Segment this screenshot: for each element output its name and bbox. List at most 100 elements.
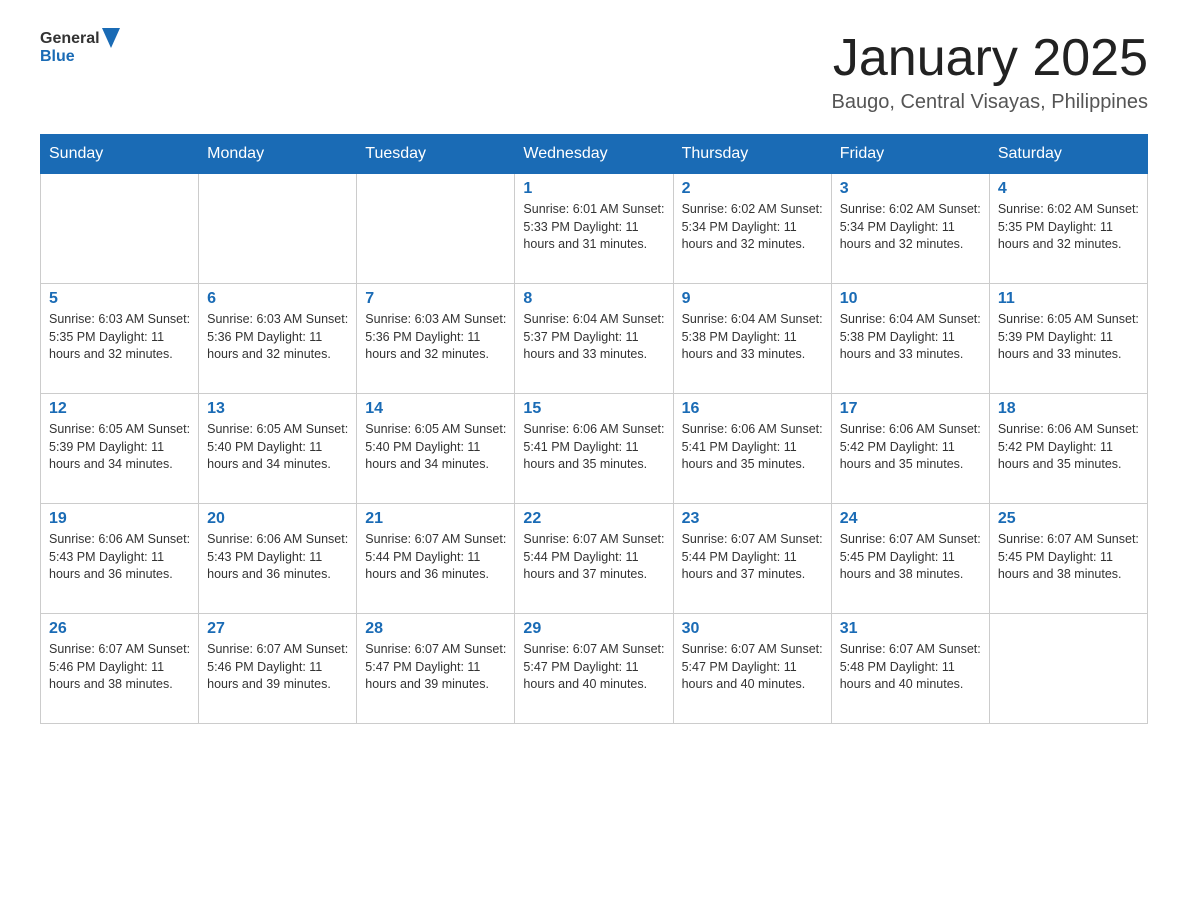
day-info: Sunrise: 6:04 AM Sunset: 5:38 PM Dayligh… [682,311,823,364]
day-number: 19 [49,510,190,528]
day-number: 22 [523,510,664,528]
weekday-header-friday: Friday [831,135,989,174]
logo-blue-text: Blue [40,48,75,65]
weekday-header-saturday: Saturday [989,135,1147,174]
title-section: January 2025 Baugo, Central Visayas, Phi… [832,30,1148,114]
day-number: 29 [523,620,664,638]
day-number: 16 [682,400,823,418]
calendar-cell: 24 Sunrise: 6:07 AM Sunset: 5:45 PM Dayli… [831,504,989,614]
day-info: Sunrise: 6:07 AM Sunset: 5:47 PM Dayligh… [682,641,823,694]
calendar-cell: 17Sunrise: 6:06 AM Sunset: 5:42 PM Dayli… [831,394,989,504]
day-number: 28 [365,620,506,638]
day-number: 7 [365,290,506,308]
calendar-table: SundayMondayTuesdayWednesdayThursdayFrid… [40,134,1148,724]
calendar-title: January 2025 [832,30,1148,87]
day-number: 18 [998,400,1139,418]
day-number: 2 [682,180,823,198]
weekday-header-monday: Monday [199,135,357,174]
calendar-cell: 8 Sunrise: 6:04 AM Sunset: 5:37 PM Daylig… [515,284,673,394]
day-info: Sunrise: 6:06 AM Sunset: 5:41 PM Dayligh… [682,421,823,474]
weekday-header-sunday: Sunday [41,135,199,174]
day-number: 23 [682,510,823,528]
calendar-cell [357,174,515,284]
day-info: Sunrise: 6:06 AM Sunset: 5:41 PM Dayligh… [523,421,664,474]
day-number: 1 [523,180,664,198]
day-number: 20 [207,510,348,528]
day-info: Sunrise: 6:02 AM Sunset: 5:34 PM Dayligh… [682,201,823,254]
day-number: 12 [49,400,190,418]
day-info: Sunrise: 6:07 AM Sunset: 5:47 PM Dayligh… [523,641,664,694]
calendar-week-row: 19 Sunrise: 6:06 AM Sunset: 5:43 PM Dayli… [41,504,1148,614]
day-info: Sunrise: 6:07 AM Sunset: 5:44 PM Dayligh… [682,531,823,584]
day-info: Sunrise: 6:07 AM Sunset: 5:47 PM Dayligh… [365,641,506,694]
day-info: Sunrise: 6:07 AM Sunset: 5:46 PM Dayligh… [207,641,348,694]
day-info: Sunrise: 6:07 AM Sunset: 5:45 PM Dayligh… [840,531,981,584]
calendar-cell: 31 Sunrise: 6:07 AM Sunset: 5:48 PM Dayli… [831,614,989,724]
weekday-header-thursday: Thursday [673,135,831,174]
day-number: 25 [998,510,1139,528]
day-info: Sunrise: 6:03 AM Sunset: 5:35 PM Dayligh… [49,311,190,364]
calendar-cell: 7 Sunrise: 6:03 AM Sunset: 5:36 PM Daylig… [357,284,515,394]
calendar-cell [989,614,1147,724]
day-info: Sunrise: 6:05 AM Sunset: 5:40 PM Dayligh… [365,421,506,474]
calendar-cell: 25Sunrise: 6:07 AM Sunset: 5:45 PM Dayli… [989,504,1147,614]
calendar-cell: 10Sunrise: 6:04 AM Sunset: 5:38 PM Dayli… [831,284,989,394]
day-number: 8 [523,290,664,308]
calendar-cell: 28 Sunrise: 6:07 AM Sunset: 5:47 PM Dayli… [357,614,515,724]
calendar-cell: 23 Sunrise: 6:07 AM Sunset: 5:44 PM Dayli… [673,504,831,614]
day-info: Sunrise: 6:02 AM Sunset: 5:35 PM Dayligh… [998,201,1139,254]
day-number: 15 [523,400,664,418]
calendar-cell: 11Sunrise: 6:05 AM Sunset: 5:39 PM Dayli… [989,284,1147,394]
calendar-cell: 9 Sunrise: 6:04 AM Sunset: 5:38 PM Daylig… [673,284,831,394]
day-number: 4 [998,180,1139,198]
page-header: General Blue January 2025 Baugo, Central… [40,30,1148,114]
weekday-header-tuesday: Tuesday [357,135,515,174]
day-number: 9 [682,290,823,308]
day-number: 21 [365,510,506,528]
day-info: Sunrise: 6:01 AM Sunset: 5:33 PM Dayligh… [523,201,664,254]
day-number: 13 [207,400,348,418]
weekday-header-wednesday: Wednesday [515,135,673,174]
calendar-cell: 16 Sunrise: 6:06 AM Sunset: 5:41 PM Dayli… [673,394,831,504]
day-number: 30 [682,620,823,638]
calendar-cell [199,174,357,284]
day-info: Sunrise: 6:07 AM Sunset: 5:48 PM Dayligh… [840,641,981,694]
logo-general-text: General [40,30,100,48]
day-number: 31 [840,620,981,638]
day-info: Sunrise: 6:03 AM Sunset: 5:36 PM Dayligh… [365,311,506,364]
day-number: 24 [840,510,981,528]
calendar-subtitle: Baugo, Central Visayas, Philippines [832,91,1148,114]
calendar-cell: 29 Sunrise: 6:07 AM Sunset: 5:47 PM Dayli… [515,614,673,724]
weekday-header-row: SundayMondayTuesdayWednesdayThursdayFrid… [41,135,1148,174]
calendar-cell: 1 Sunrise: 6:01 AM Sunset: 5:33 PM Daylig… [515,174,673,284]
calendar-cell: 14Sunrise: 6:05 AM Sunset: 5:40 PM Dayli… [357,394,515,504]
calendar-cell: 12 Sunrise: 6:05 AM Sunset: 5:39 PM Dayli… [41,394,199,504]
day-number: 26 [49,620,190,638]
day-info: Sunrise: 6:03 AM Sunset: 5:36 PM Dayligh… [207,311,348,364]
day-info: Sunrise: 6:06 AM Sunset: 5:42 PM Dayligh… [840,421,981,474]
calendar-week-row: 26 Sunrise: 6:07 AM Sunset: 5:46 PM Dayli… [41,614,1148,724]
logo: General Blue [40,30,120,66]
day-number: 5 [49,290,190,308]
calendar-cell: 27Sunrise: 6:07 AM Sunset: 5:46 PM Dayli… [199,614,357,724]
day-info: Sunrise: 6:05 AM Sunset: 5:39 PM Dayligh… [49,421,190,474]
day-info: Sunrise: 6:07 AM Sunset: 5:44 PM Dayligh… [523,531,664,584]
calendar-cell: 22 Sunrise: 6:07 AM Sunset: 5:44 PM Dayli… [515,504,673,614]
calendar-cell: 6Sunrise: 6:03 AM Sunset: 5:36 PM Daylig… [199,284,357,394]
day-info: Sunrise: 6:02 AM Sunset: 5:34 PM Dayligh… [840,201,981,254]
day-number: 11 [998,290,1139,308]
calendar-cell: 15 Sunrise: 6:06 AM Sunset: 5:41 PM Dayli… [515,394,673,504]
day-number: 10 [840,290,981,308]
logo-triangle-icon [102,28,120,48]
day-info: Sunrise: 6:04 AM Sunset: 5:37 PM Dayligh… [523,311,664,364]
calendar-cell: 26Sunrise: 6:07 AM Sunset: 5:46 PM Dayli… [41,614,199,724]
day-info: Sunrise: 6:07 AM Sunset: 5:44 PM Dayligh… [365,531,506,584]
calendar-week-row: 1 Sunrise: 6:01 AM Sunset: 5:33 PM Daylig… [41,174,1148,284]
calendar-cell: 20Sunrise: 6:06 AM Sunset: 5:43 PM Dayli… [199,504,357,614]
calendar-cell: 3Sunrise: 6:02 AM Sunset: 5:34 PM Daylig… [831,174,989,284]
day-info: Sunrise: 6:06 AM Sunset: 5:43 PM Dayligh… [49,531,190,584]
calendar-cell: 4 Sunrise: 6:02 AM Sunset: 5:35 PM Daylig… [989,174,1147,284]
calendar-cell: 2 Sunrise: 6:02 AM Sunset: 5:34 PM Daylig… [673,174,831,284]
calendar-week-row: 12 Sunrise: 6:05 AM Sunset: 5:39 PM Dayli… [41,394,1148,504]
calendar-week-row: 5 Sunrise: 6:03 AM Sunset: 5:35 PM Daylig… [41,284,1148,394]
